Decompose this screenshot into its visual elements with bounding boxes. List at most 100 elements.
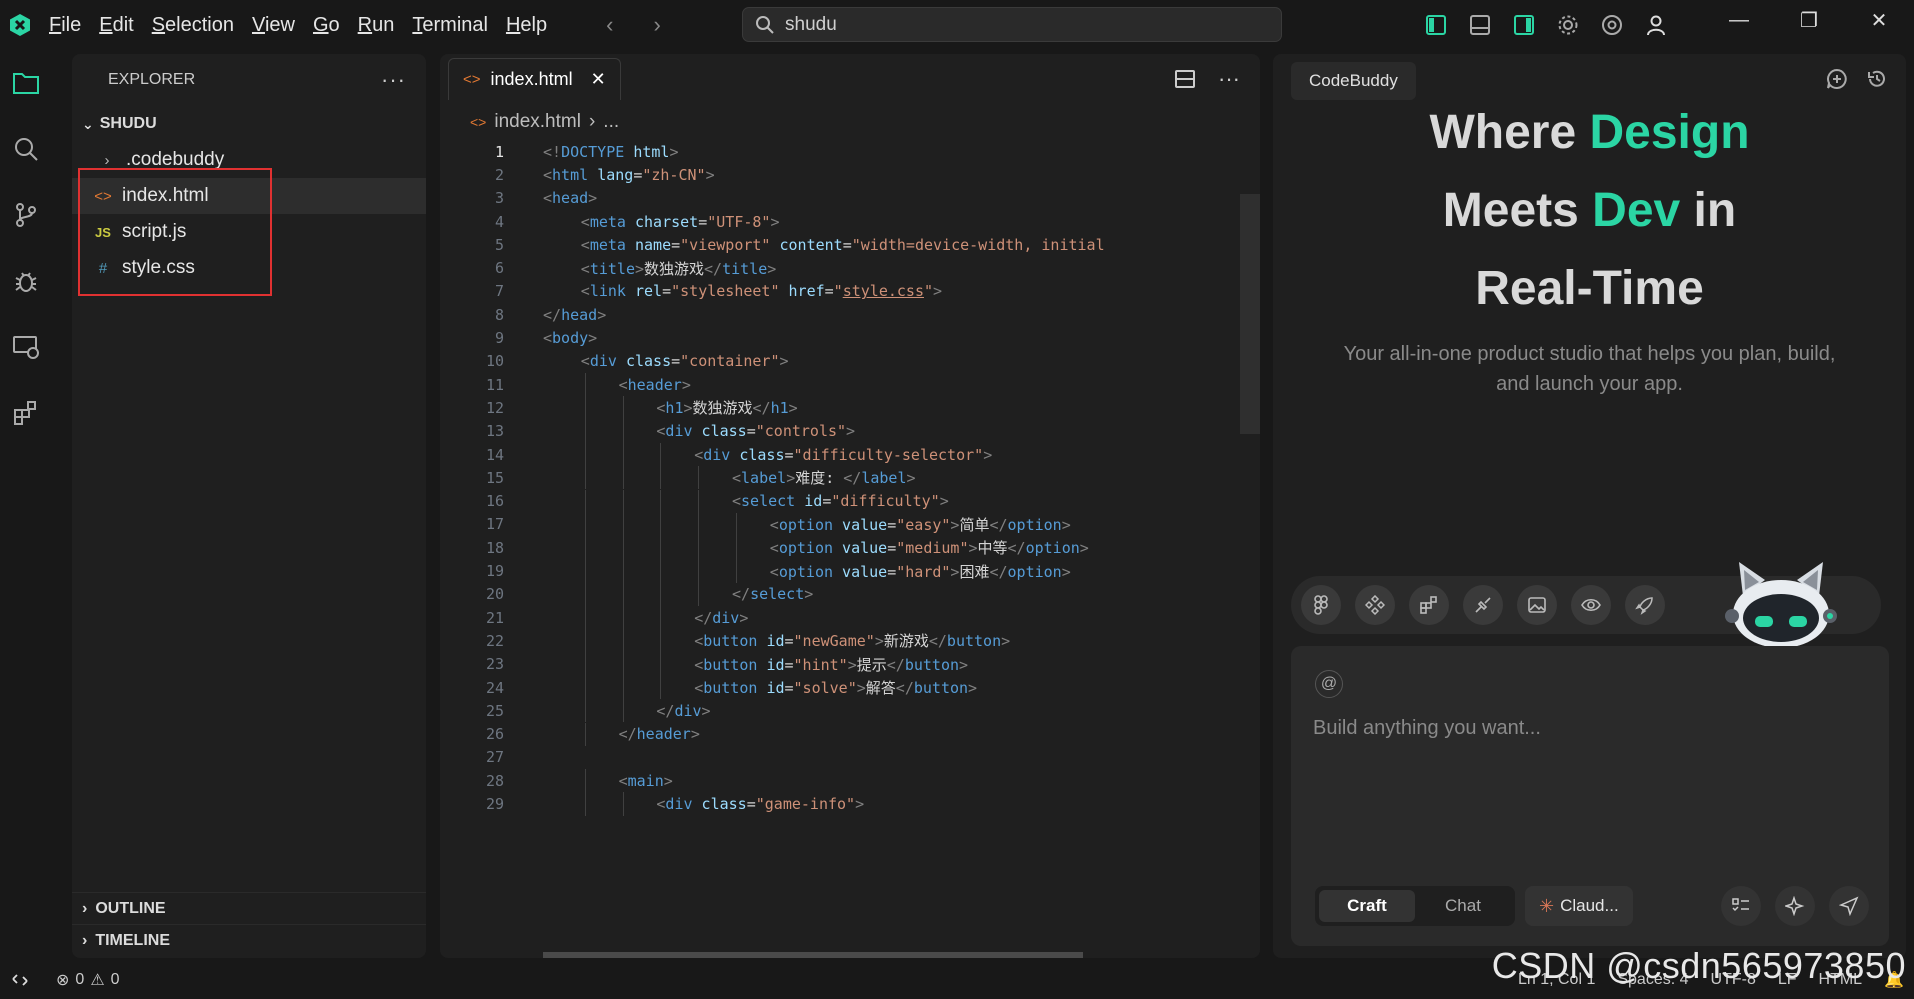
remote-indicator[interactable]	[0, 960, 40, 999]
source-control-activity[interactable]	[0, 182, 52, 248]
tree-item-codebuddy[interactable]: › .codebuddy	[72, 142, 426, 178]
toggle-primary-sidebar-icon[interactable]	[1425, 14, 1447, 36]
indent-guide	[698, 536, 700, 560]
menu-go[interactable]: Go	[304, 0, 349, 50]
timeline-section[interactable]: › TIMELINE	[72, 924, 426, 956]
code-line: 23 <button id="hint">提示</button>	[440, 652, 1240, 676]
vertical-scrollbar[interactable]	[1240, 194, 1260, 434]
code-area[interactable]: 1 <!DOCTYPE html> 2 <html lang="zh-CN"> 3 <he…	[440, 140, 1240, 958]
code-text: <option value="medium">中等</option>	[769, 539, 1089, 558]
preview-eye-icon[interactable]	[1571, 585, 1611, 625]
split-editor-icon[interactable]	[1174, 68, 1196, 90]
history-icon[interactable]	[1866, 68, 1888, 90]
tree-item-index-html[interactable]: <> index.html	[72, 178, 426, 214]
tree-item-script-js[interactable]: JS script.js	[72, 214, 426, 250]
close-tab-icon[interactable]: ✕	[591, 69, 606, 90]
problems-indicator[interactable]: ⊗ 0 ⚠ 0	[56, 970, 120, 990]
more-actions-icon[interactable]: ···	[381, 67, 406, 93]
more-actions-icon[interactable]: ···	[1218, 66, 1240, 92]
deploy-rocket-icon[interactable]	[1625, 585, 1665, 625]
indent-guide	[622, 606, 624, 630]
mention-button[interactable]: @	[1315, 670, 1343, 698]
input-actions	[1721, 886, 1869, 926]
figma-icon[interactable]	[1301, 585, 1341, 625]
mode-chat-button[interactable]: Chat	[1415, 890, 1511, 922]
new-chat-icon[interactable]	[1826, 68, 1848, 90]
code-text: <title>数独游戏</title>	[580, 259, 777, 278]
browser-icon[interactable]	[1601, 14, 1623, 36]
line-number: 23	[485, 655, 504, 674]
tab-index-html[interactable]: <> index.html ✕	[448, 58, 621, 100]
send-icon[interactable]	[1829, 886, 1869, 926]
line-number: 20	[485, 585, 504, 604]
code-line: 8 </head>	[440, 303, 1240, 326]
menu-terminal[interactable]: Terminal	[403, 0, 497, 50]
code-line: 20 </select>	[440, 582, 1240, 606]
code-text: <button id="hint">提示</button>	[694, 655, 969, 674]
line-number: 19	[485, 562, 504, 581]
plugin-icon[interactable]	[1463, 585, 1503, 625]
model-selector[interactable]: ✳ Claud...	[1525, 886, 1633, 926]
code-line: 16 <select id="difficulty">	[440, 489, 1240, 513]
code-text: <div class="controls">	[656, 422, 856, 441]
code-text: </div>	[656, 701, 711, 720]
components-icon[interactable]	[1355, 585, 1395, 625]
debug-activity[interactable]	[0, 248, 52, 314]
extensions-activity[interactable]	[0, 380, 52, 446]
menu-view[interactable]: View	[243, 0, 304, 50]
line-number: 21	[485, 608, 504, 627]
line-number: 16	[485, 492, 504, 511]
extensions-icon[interactable]	[1409, 585, 1449, 625]
panel-actions	[1826, 68, 1888, 90]
explorer-activity[interactable]	[0, 50, 52, 116]
tree-item-label: style.css	[122, 257, 195, 278]
code-line: 7 <link rel="stylesheet" href="style.css"…	[440, 280, 1240, 303]
close-window-icon[interactable]: ✕	[1844, 0, 1914, 40]
tree-item-style-css[interactable]: # style.css	[72, 250, 426, 286]
minimize-icon[interactable]: —	[1704, 0, 1774, 40]
menu-file[interactable]: File	[40, 0, 90, 50]
prompt-input[interactable]	[1313, 708, 1853, 748]
outline-label: OUTLINE	[95, 899, 166, 917]
menu-help[interactable]: Help	[497, 0, 556, 50]
indent-guide	[584, 489, 586, 513]
menu-selection[interactable]: Selection	[143, 0, 243, 50]
toggle-secondary-sidebar-icon[interactable]	[1513, 14, 1535, 36]
breadcrumb: <> index.html › ...	[440, 104, 1260, 140]
code-line: 29 <div class="game-info">	[440, 792, 1240, 816]
indent-guide	[660, 652, 662, 676]
menu-run[interactable]: Run	[349, 0, 404, 50]
sparkle-enhance-icon[interactable]	[1775, 886, 1815, 926]
image-icon[interactable]	[1517, 585, 1557, 625]
indent-guide	[698, 466, 700, 490]
outline-section[interactable]: › OUTLINE	[72, 892, 426, 924]
remote-explorer-activity[interactable]	[0, 314, 52, 380]
indent-guide	[584, 675, 586, 700]
code-text: <div class="game-info">	[656, 795, 865, 814]
hero-line-3: Real-Time	[1475, 262, 1704, 315]
back-arrow-icon[interactable]: ‹	[606, 12, 613, 38]
indent-guide	[584, 582, 586, 606]
model-label: Claud...	[1560, 896, 1619, 915]
indent-guide	[660, 466, 662, 490]
hero-text: in	[1680, 184, 1737, 237]
menu-edit[interactable]: Edit	[90, 0, 142, 50]
code-text: </header>	[618, 725, 700, 744]
warning-count: 0	[110, 970, 120, 988]
mode-craft-button[interactable]: Craft	[1319, 890, 1415, 922]
indent-guide	[736, 536, 737, 560]
settings-gear-icon[interactable]	[1557, 14, 1579, 36]
restore-icon[interactable]: ❐	[1774, 0, 1844, 40]
code-text: <link rel="stylesheet" href="style.css">	[580, 282, 943, 301]
command-center-search[interactable]: shudu	[742, 7, 1282, 42]
search-activity[interactable]	[0, 116, 52, 182]
folder-shudu[interactable]: ⌄ SHUDU	[72, 106, 426, 142]
toggle-panel-icon[interactable]	[1469, 14, 1491, 36]
forward-arrow-icon[interactable]: ›	[653, 12, 660, 38]
task-list-icon[interactable]	[1721, 886, 1761, 926]
breadcrumb-file[interactable]: index.html	[494, 111, 581, 133]
breadcrumb-more[interactable]: ...	[603, 111, 619, 133]
horizontal-scrollbar[interactable]	[543, 952, 1083, 958]
account-icon[interactable]	[1645, 14, 1667, 36]
indent-guide	[660, 629, 662, 653]
